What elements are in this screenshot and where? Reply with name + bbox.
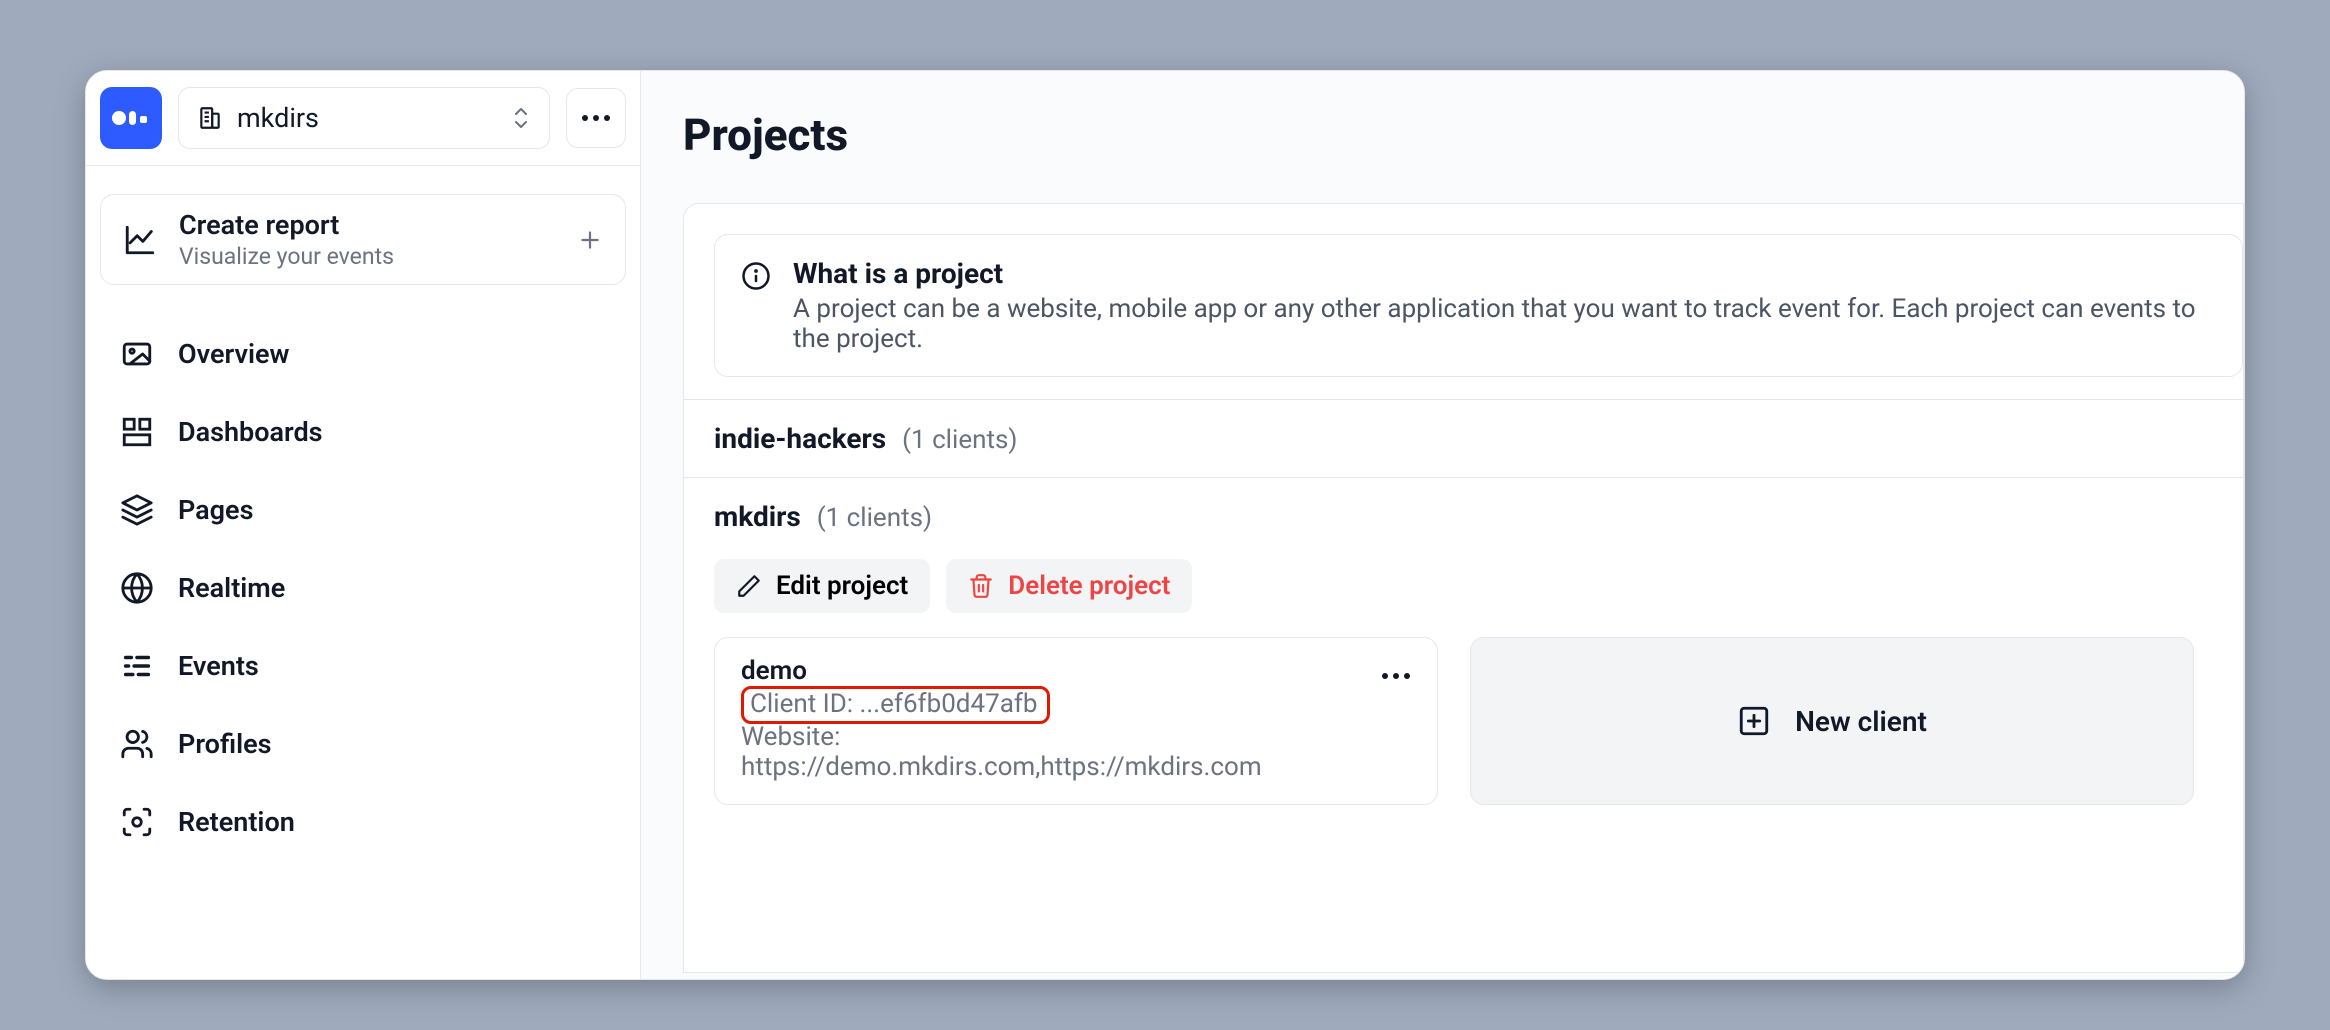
nav-item-dashboards[interactable]: Dashboards bbox=[100, 397, 626, 467]
main-content: Projects What is a project A project can… bbox=[641, 71, 2244, 979]
chevron-up-down-icon bbox=[511, 104, 531, 132]
pencil-icon bbox=[736, 573, 762, 599]
project-clients-count: (1 clients) bbox=[817, 503, 932, 533]
project-name: indie-hackers bbox=[714, 422, 886, 455]
plus-icon bbox=[577, 227, 603, 253]
logo-icon bbox=[111, 104, 151, 132]
delete-label: Delete project bbox=[1008, 571, 1170, 601]
client-id: Client ID: ...ef6fb0d47afb bbox=[750, 689, 1037, 719]
plus-square-icon bbox=[1737, 704, 1771, 738]
info-description: A project can be a website, mobile app o… bbox=[793, 294, 2216, 354]
client-id-highlight: Client ID: ...ef6fb0d47afb bbox=[741, 686, 1050, 724]
more-menu-button[interactable] bbox=[566, 88, 626, 148]
create-report-subtitle: Visualize your events bbox=[179, 243, 394, 270]
sidebar: mkdirs Create report bbox=[86, 71, 641, 979]
content-card: What is a project A project can be a web… bbox=[683, 203, 2244, 973]
building-icon bbox=[197, 105, 223, 131]
scan-icon bbox=[120, 805, 154, 839]
nav-item-profiles[interactable]: Profiles bbox=[100, 709, 626, 779]
nav-item-events[interactable]: Events bbox=[100, 631, 626, 701]
clients-row: demo Client ID: ...ef6fb0d47afb Website:… bbox=[714, 637, 2243, 805]
project-row: mkdirs (1 clients) Edit project bbox=[684, 477, 2243, 827]
edit-label: Edit project bbox=[776, 571, 908, 601]
org-switcher[interactable]: mkdirs bbox=[178, 87, 550, 149]
edit-project-button[interactable]: Edit project bbox=[714, 559, 930, 613]
more-horizontal-icon bbox=[581, 114, 611, 122]
page-title: Projects bbox=[683, 109, 2244, 161]
info-title: What is a project bbox=[793, 257, 2216, 290]
project-clients-count: (1 clients) bbox=[902, 425, 1017, 455]
client-name: demo bbox=[741, 656, 1411, 686]
nav-label: Events bbox=[178, 650, 259, 682]
sidebar-top: mkdirs bbox=[86, 71, 640, 166]
create-report-title: Create report bbox=[179, 209, 394, 241]
line-chart-icon bbox=[123, 223, 157, 257]
nav-item-realtime[interactable]: Realtime bbox=[100, 553, 626, 623]
nav-label: Overview bbox=[178, 338, 289, 370]
users-icon bbox=[120, 727, 154, 761]
client-website-label: Website: bbox=[741, 722, 1411, 752]
new-client-label: New client bbox=[1795, 705, 1927, 738]
client-website: https://demo.mkdirs.com,https://mkdirs.c… bbox=[741, 752, 1411, 782]
nav-label: Realtime bbox=[178, 572, 285, 604]
create-report-button[interactable]: Create report Visualize your events bbox=[100, 194, 626, 285]
nav-label: Profiles bbox=[178, 728, 272, 760]
project-name: mkdirs bbox=[714, 500, 801, 533]
trash-icon bbox=[968, 573, 994, 599]
client-menu-button[interactable] bbox=[1381, 672, 1411, 680]
layout-icon bbox=[120, 415, 154, 449]
globe-icon bbox=[120, 571, 154, 605]
client-card[interactable]: demo Client ID: ...ef6fb0d47afb Website:… bbox=[714, 637, 1438, 805]
info-icon bbox=[741, 261, 771, 291]
nav-item-retention[interactable]: Retention bbox=[100, 787, 626, 857]
app-window: mkdirs Create report bbox=[85, 70, 2245, 980]
logs-icon bbox=[120, 649, 154, 683]
new-client-button[interactable]: New client bbox=[1470, 637, 2194, 805]
image-icon bbox=[120, 337, 154, 371]
app-logo[interactable] bbox=[100, 87, 162, 149]
layers-icon bbox=[120, 493, 154, 527]
nav: Overview Dashboards Pages bbox=[86, 309, 640, 857]
delete-project-button[interactable]: Delete project bbox=[946, 559, 1192, 613]
org-name: mkdirs bbox=[237, 102, 319, 134]
nav-item-overview[interactable]: Overview bbox=[100, 319, 626, 389]
nav-label: Retention bbox=[178, 806, 295, 838]
info-box: What is a project A project can be a web… bbox=[714, 234, 2243, 377]
nav-label: Pages bbox=[178, 494, 253, 526]
project-actions: Edit project Delete project bbox=[714, 559, 2243, 613]
project-row[interactable]: indie-hackers (1 clients) bbox=[684, 399, 2243, 477]
more-horizontal-icon bbox=[1381, 672, 1411, 680]
nav-item-pages[interactable]: Pages bbox=[100, 475, 626, 545]
nav-label: Dashboards bbox=[178, 416, 323, 448]
